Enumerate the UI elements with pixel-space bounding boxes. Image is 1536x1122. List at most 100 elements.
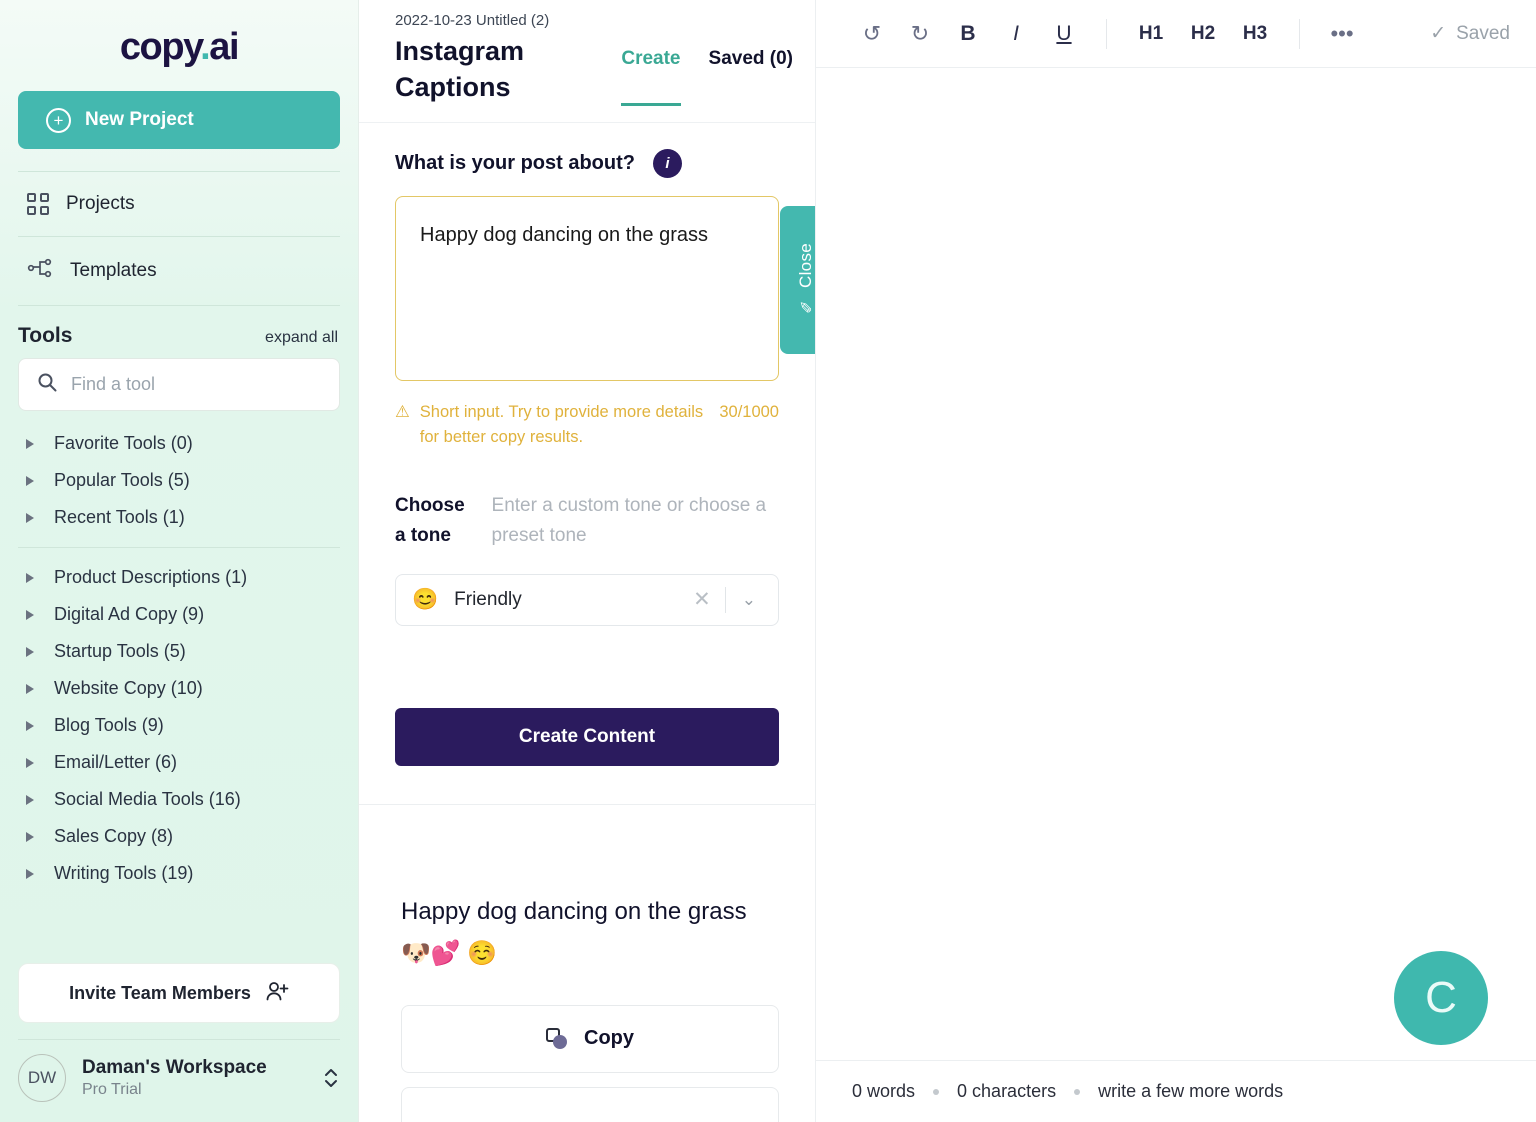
app-root: copy.ai + New Project Projects Templates	[0, 0, 1536, 1122]
tool-category[interactable]: Blog Tools (9)	[0, 707, 358, 744]
result-actions: Copy	[359, 975, 815, 1122]
post-question-row: What is your post about? i	[395, 148, 779, 178]
editor-canvas[interactable]	[816, 68, 1536, 1060]
tone-value: Friendly	[454, 588, 522, 610]
divider	[1106, 18, 1107, 49]
chevron-right-icon	[26, 868, 34, 879]
chevron-right-icon	[26, 831, 34, 842]
divider	[18, 547, 340, 548]
chevron-right-icon	[26, 475, 34, 486]
tool-category-label: Website Copy (10)	[54, 678, 203, 698]
new-project-label: New Project	[85, 109, 194, 130]
char-counter: 30/1000	[719, 402, 779, 421]
pencil-icon: ✎	[799, 297, 813, 315]
tone-label-row: Choose a tone Enter a custom tone or cho…	[395, 491, 779, 552]
word-count: 0 words	[852, 1081, 916, 1101]
expand-all-link[interactable]: expand all	[265, 329, 338, 347]
redo-icon[interactable]: ↻	[898, 12, 942, 56]
tool-category[interactable]: Startup Tools (5)	[0, 633, 358, 670]
tool-category[interactable]: Digital Ad Copy (9)	[0, 596, 358, 633]
save-status-label: Saved	[1456, 22, 1510, 44]
sidebar-item-label: Templates	[70, 260, 157, 281]
sidebar-item-projects[interactable]: Projects	[0, 172, 358, 236]
workspace-switcher[interactable]: DW Daman's Workspace Pro Trial	[0, 1040, 358, 1122]
logo-dot: .	[200, 26, 211, 68]
tone-label: Choose a tone	[395, 495, 465, 547]
tool-category[interactable]: Recent Tools (1)	[0, 499, 358, 536]
invite-team-members-button[interactable]: Invite Team Members	[18, 963, 340, 1023]
input-warning: ⚠ Short input. Try to provide more detai…	[395, 400, 779, 451]
panel-tabs: Create Saved (0)	[621, 12, 793, 106]
sidebar: copy.ai + New Project Projects Templates	[0, 0, 359, 1122]
create-content-button[interactable]: Create Content	[395, 707, 779, 766]
new-project-button[interactable]: + New Project	[18, 91, 340, 149]
divider	[1299, 18, 1300, 49]
search-icon	[37, 372, 57, 397]
sidebar-item-templates[interactable]: Templates	[0, 237, 358, 305]
tool-category[interactable]: Writing Tools (19)	[0, 855, 358, 892]
plus-circle-icon: +	[46, 107, 71, 133]
heading-2-button[interactable]: H2	[1179, 12, 1227, 56]
bold-button[interactable]: B	[946, 12, 990, 56]
chevron-right-icon	[26, 683, 34, 694]
tool-category[interactable]: Website Copy (10)	[0, 670, 358, 707]
logo-main: copy	[119, 26, 202, 68]
search-input[interactable]	[71, 374, 321, 395]
tool-category[interactable]: Sales Copy (8)	[0, 818, 358, 855]
tool-search-box[interactable]	[18, 358, 340, 411]
tool-category-label: Email/Letter (6)	[54, 752, 178, 772]
tab-saved[interactable]: Saved (0)	[709, 48, 793, 106]
editor-statusbar: 0 words 0 characters write a few more wo…	[816, 1060, 1536, 1122]
clear-icon[interactable]: ✕	[679, 587, 725, 612]
tool-category-label: Popular Tools (5)	[54, 470, 190, 490]
document-editor: ↺ ↻ B I U H1 H2 H3 ••• ✓ Saved C 0 words…	[816, 0, 1536, 1122]
chevron-down-icon[interactable]: ⌄	[726, 590, 772, 610]
italic-button[interactable]: I	[994, 12, 1038, 56]
result-text: Happy dog dancing on the grass 🐶💕 ☺️	[401, 897, 747, 967]
check-icon: ✓	[1430, 23, 1447, 44]
assistant-fab-button[interactable]: C	[1394, 951, 1488, 1045]
workspace-plan: Pro Trial	[82, 1081, 142, 1098]
status-hint: write a few more words	[1098, 1081, 1284, 1101]
warning-text: Short input. Try to provide more details…	[419, 402, 704, 447]
sidebar-item-label: Projects	[66, 193, 135, 214]
chevron-updown-icon[interactable]	[322, 1063, 340, 1094]
chevron-right-icon	[26, 794, 34, 805]
tool-category-label: Blog Tools (9)	[54, 715, 164, 735]
workspace-name: Daman's Workspace	[82, 1057, 267, 1078]
tone-hint: Enter a custom tone or choose a preset t…	[491, 495, 767, 547]
post-input-wrapper: Close ✎	[395, 195, 815, 386]
brand-logo[interactable]: copy.ai	[0, 0, 358, 91]
page-title: Instagram Captions	[395, 36, 525, 103]
undo-icon[interactable]: ↺	[850, 12, 894, 56]
post-input[interactable]	[395, 195, 779, 381]
character-count: 0 characters	[957, 1081, 1057, 1101]
tool-category[interactable]: Popular Tools (5)	[0, 462, 358, 499]
copy-button[interactable]: Copy	[401, 1004, 779, 1073]
chevron-right-icon	[26, 720, 34, 731]
chevron-right-icon	[26, 572, 34, 583]
separator-dot	[933, 1088, 940, 1095]
chevron-right-icon	[26, 512, 34, 523]
save-status: ✓ Saved	[1430, 22, 1510, 45]
tool-category[interactable]: Product Descriptions (1)	[0, 559, 358, 596]
tool-category[interactable]: Favorite Tools (0)	[0, 425, 358, 462]
tool-category-label: Favorite Tools (0)	[54, 433, 193, 453]
secondary-result-button[interactable]	[401, 1086, 779, 1122]
chevron-right-icon	[26, 438, 34, 449]
tool-category[interactable]: Social Media Tools (16)	[0, 781, 358, 818]
avatar: DW	[18, 1054, 66, 1102]
more-options-icon[interactable]: •••	[1320, 12, 1364, 56]
close-tab-label: Close	[796, 243, 815, 289]
tab-create[interactable]: Create	[621, 48, 681, 106]
info-icon[interactable]: i	[653, 148, 682, 178]
close-panel-tab[interactable]: Close ✎	[780, 205, 815, 354]
heading-1-button[interactable]: H1	[1127, 12, 1175, 56]
heading-3-button[interactable]: H3	[1231, 12, 1279, 56]
warning-triangle-icon: ⚠	[395, 402, 410, 421]
underline-button[interactable]: U	[1042, 12, 1086, 56]
tone-select[interactable]: 😊 Friendly ✕ ⌄	[395, 573, 779, 626]
tool-category-list: Favorite Tools (0) Popular Tools (5) Rec…	[0, 411, 358, 953]
copy-icon	[546, 1027, 568, 1050]
tool-category[interactable]: Email/Letter (6)	[0, 744, 358, 781]
